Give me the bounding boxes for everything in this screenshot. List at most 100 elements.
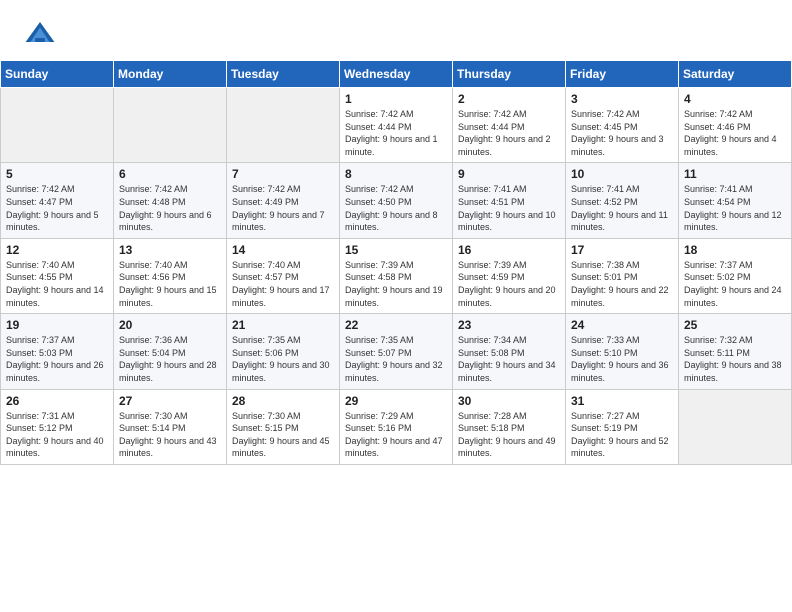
day-info: Sunrise: 7:35 AM Sunset: 5:06 PM Dayligh… (232, 334, 334, 384)
calendar-empty-cell (1, 88, 114, 163)
day-number: 30 (458, 394, 560, 408)
day-info: Sunrise: 7:41 AM Sunset: 4:51 PM Dayligh… (458, 183, 560, 233)
day-info: Sunrise: 7:42 AM Sunset: 4:48 PM Dayligh… (119, 183, 221, 233)
day-number: 17 (571, 243, 673, 257)
day-number: 6 (119, 167, 221, 181)
calendar-day-21: 21 Sunrise: 7:35 AM Sunset: 5:06 PM Dayli… (227, 314, 340, 389)
calendar-table: SundayMondayTuesdayWednesdayThursdayFrid… (0, 60, 792, 465)
day-info: Sunrise: 7:36 AM Sunset: 5:04 PM Dayligh… (119, 334, 221, 384)
day-number: 11 (684, 167, 786, 181)
page: SundayMondayTuesdayWednesdayThursdayFrid… (0, 0, 792, 612)
calendar-day-13: 13 Sunrise: 7:40 AM Sunset: 4:56 PM Dayli… (114, 238, 227, 313)
calendar-header-row: SundayMondayTuesdayWednesdayThursdayFrid… (1, 61, 792, 88)
calendar-empty-cell (227, 88, 340, 163)
calendar-day-14: 14Sunrise: 7:40 AM Sunset: 4:57 PM Dayli… (227, 238, 340, 313)
day-info: Sunrise: 7:40 AM Sunset: 4:55 PM Dayligh… (6, 259, 108, 309)
day-info: Sunrise: 7:39 AM Sunset: 4:58 PM Dayligh… (345, 259, 447, 309)
calendar-day-30: 30 Sunrise: 7:28 AM Sunset: 5:18 PM Dayli… (453, 389, 566, 464)
day-info: Sunrise: 7:33 AM Sunset: 5:10 PM Dayligh… (571, 334, 673, 384)
day-info: Sunrise: 7:30 AM Sunset: 5:15 PM Dayligh… (232, 410, 334, 460)
calendar-day-20: 20 Sunrise: 7:36 AM Sunset: 5:04 PM Dayli… (114, 314, 227, 389)
header (0, 0, 792, 58)
day-number: 19 (6, 318, 108, 332)
day-info: Sunrise: 7:42 AM Sunset: 4:47 PM Dayligh… (6, 183, 108, 233)
day-number: 9 (458, 167, 560, 181)
weekday-header-sunday: Sunday (1, 61, 114, 88)
day-info: Sunrise: 7:27 AM Sunset: 5:19 PM Dayligh… (571, 410, 673, 460)
day-info: Sunrise: 7:37 AM Sunset: 5:03 PM Dayligh… (6, 334, 108, 384)
day-info: Sunrise: 7:42 AM Sunset: 4:49 PM Dayligh… (232, 183, 334, 233)
day-info: Sunrise: 7:34 AM Sunset: 5:08 PM Dayligh… (458, 334, 560, 384)
day-info: Sunrise: 7:41 AM Sunset: 4:52 PM Dayligh… (571, 183, 673, 233)
day-number: 23 (458, 318, 560, 332)
day-number: 16 (458, 243, 560, 257)
day-number: 27 (119, 394, 221, 408)
day-info: Sunrise: 7:28 AM Sunset: 5:18 PM Dayligh… (458, 410, 560, 460)
calendar-day-15: 15 Sunrise: 7:39 AM Sunset: 4:58 PM Dayli… (340, 238, 453, 313)
calendar-week-row: 1 Sunrise: 7:42 AM Sunset: 4:44 PM Daylig… (1, 88, 792, 163)
day-info: Sunrise: 7:30 AM Sunset: 5:14 PM Dayligh… (119, 410, 221, 460)
day-number: 5 (6, 167, 108, 181)
logo-icon (24, 18, 56, 50)
calendar-day-1: 1 Sunrise: 7:42 AM Sunset: 4:44 PM Daylig… (340, 88, 453, 163)
calendar-day-12: 12Sunrise: 7:40 AM Sunset: 4:55 PM Dayli… (1, 238, 114, 313)
weekday-header-tuesday: Tuesday (227, 61, 340, 88)
weekday-header-monday: Monday (114, 61, 227, 88)
calendar-day-26: 26Sunrise: 7:31 AM Sunset: 5:12 PM Dayli… (1, 389, 114, 464)
day-number: 22 (345, 318, 447, 332)
calendar-week-row: 19 Sunrise: 7:37 AM Sunset: 5:03 PM Dayli… (1, 314, 792, 389)
calendar-day-17: 17Sunrise: 7:38 AM Sunset: 5:01 PM Dayli… (566, 238, 679, 313)
day-number: 4 (684, 92, 786, 106)
day-info: Sunrise: 7:42 AM Sunset: 4:46 PM Dayligh… (684, 108, 786, 158)
calendar-day-24: 24 Sunrise: 7:33 AM Sunset: 5:10 PM Dayli… (566, 314, 679, 389)
day-number: 14 (232, 243, 334, 257)
calendar-day-28: 28Sunrise: 7:30 AM Sunset: 5:15 PM Dayli… (227, 389, 340, 464)
day-number: 13 (119, 243, 221, 257)
day-info: Sunrise: 7:41 AM Sunset: 4:54 PM Dayligh… (684, 183, 786, 233)
day-number: 18 (684, 243, 786, 257)
calendar-day-10: 10 Sunrise: 7:41 AM Sunset: 4:52 PM Dayli… (566, 163, 679, 238)
calendar-day-3: 3 Sunrise: 7:42 AM Sunset: 4:45 PM Daylig… (566, 88, 679, 163)
day-number: 10 (571, 167, 673, 181)
day-info: Sunrise: 7:39 AM Sunset: 4:59 PM Dayligh… (458, 259, 560, 309)
day-info: Sunrise: 7:42 AM Sunset: 4:45 PM Dayligh… (571, 108, 673, 158)
day-number: 15 (345, 243, 447, 257)
day-number: 29 (345, 394, 447, 408)
calendar-day-5: 5 Sunrise: 7:42 AM Sunset: 4:47 PM Daylig… (1, 163, 114, 238)
calendar-day-7: 7Sunrise: 7:42 AM Sunset: 4:49 PM Daylig… (227, 163, 340, 238)
day-number: 2 (458, 92, 560, 106)
calendar-empty-cell (114, 88, 227, 163)
day-info: Sunrise: 7:35 AM Sunset: 5:07 PM Dayligh… (345, 334, 447, 384)
calendar-day-31: 31Sunrise: 7:27 AM Sunset: 5:19 PM Dayli… (566, 389, 679, 464)
day-number: 26 (6, 394, 108, 408)
day-info: Sunrise: 7:42 AM Sunset: 4:44 PM Dayligh… (345, 108, 447, 158)
calendar-day-25: 25 Sunrise: 7:32 AM Sunset: 5:11 PM Dayli… (679, 314, 792, 389)
calendar-day-19: 19 Sunrise: 7:37 AM Sunset: 5:03 PM Dayli… (1, 314, 114, 389)
day-info: Sunrise: 7:40 AM Sunset: 4:56 PM Dayligh… (119, 259, 221, 309)
day-info: Sunrise: 7:42 AM Sunset: 4:50 PM Dayligh… (345, 183, 447, 233)
calendar-day-4: 4 Sunrise: 7:42 AM Sunset: 4:46 PM Daylig… (679, 88, 792, 163)
day-number: 3 (571, 92, 673, 106)
calendar-empty-cell (679, 389, 792, 464)
calendar-week-row: 26Sunrise: 7:31 AM Sunset: 5:12 PM Dayli… (1, 389, 792, 464)
calendar-day-27: 27 Sunrise: 7:30 AM Sunset: 5:14 PM Dayli… (114, 389, 227, 464)
day-number: 20 (119, 318, 221, 332)
calendar-day-18: 18 Sunrise: 7:37 AM Sunset: 5:02 PM Dayli… (679, 238, 792, 313)
calendar-day-23: 23 Sunrise: 7:34 AM Sunset: 5:08 PM Dayli… (453, 314, 566, 389)
calendar-day-11: 11 Sunrise: 7:41 AM Sunset: 4:54 PM Dayli… (679, 163, 792, 238)
calendar-week-row: 12Sunrise: 7:40 AM Sunset: 4:55 PM Dayli… (1, 238, 792, 313)
day-number: 8 (345, 167, 447, 181)
weekday-header-saturday: Saturday (679, 61, 792, 88)
day-number: 1 (345, 92, 447, 106)
calendar-day-6: 6 Sunrise: 7:42 AM Sunset: 4:48 PM Daylig… (114, 163, 227, 238)
day-info: Sunrise: 7:29 AM Sunset: 5:16 PM Dayligh… (345, 410, 447, 460)
day-number: 25 (684, 318, 786, 332)
calendar-day-9: 9 Sunrise: 7:41 AM Sunset: 4:51 PM Daylig… (453, 163, 566, 238)
day-info: Sunrise: 7:32 AM Sunset: 5:11 PM Dayligh… (684, 334, 786, 384)
day-number: 21 (232, 318, 334, 332)
calendar-day-29: 29 Sunrise: 7:29 AM Sunset: 5:16 PM Dayli… (340, 389, 453, 464)
logo (24, 18, 62, 50)
calendar-day-8: 8 Sunrise: 7:42 AM Sunset: 4:50 PM Daylig… (340, 163, 453, 238)
day-info: Sunrise: 7:37 AM Sunset: 5:02 PM Dayligh… (684, 259, 786, 309)
day-number: 24 (571, 318, 673, 332)
